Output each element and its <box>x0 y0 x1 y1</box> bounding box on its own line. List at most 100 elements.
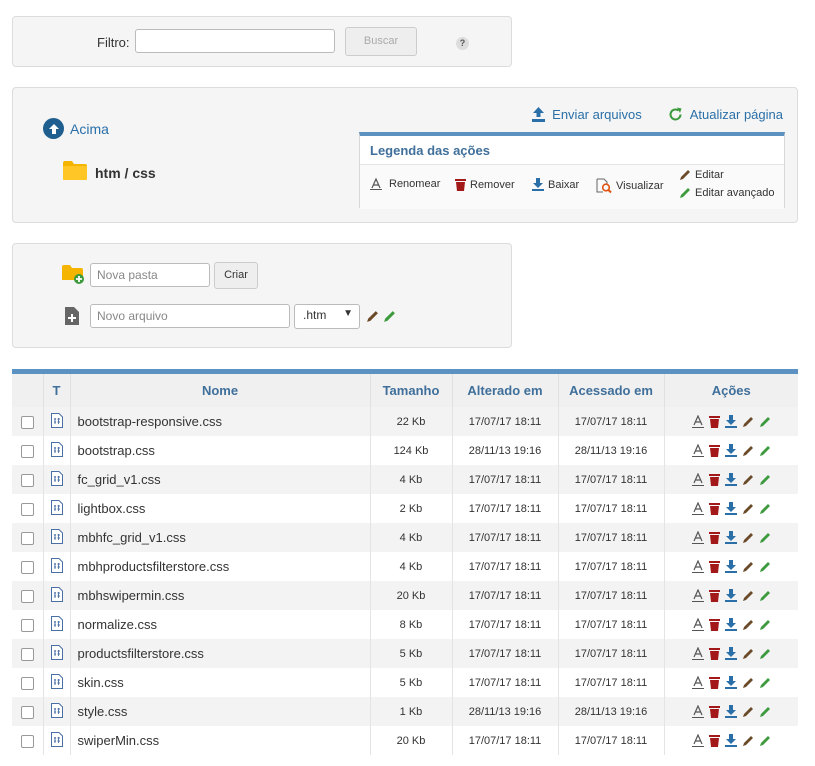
pencil-icon[interactable] <box>742 648 754 660</box>
rename-icon[interactable] <box>691 734 704 747</box>
file-name[interactable]: normalize.css <box>69 610 370 639</box>
download-icon[interactable] <box>724 734 737 747</box>
trash-icon[interactable] <box>708 618 720 631</box>
header-type[interactable]: T <box>42 369 70 407</box>
table-row[interactable]: mbhswipermin.css 20 Kb 17/07/17 18:11 17/07… <box>12 581 798 610</box>
row-checkbox[interactable] <box>20 415 34 429</box>
pencil-icon[interactable] <box>742 416 754 428</box>
pencil-icon[interactable] <box>742 619 754 631</box>
pencil-icon[interactable] <box>742 590 754 602</box>
filter-input[interactable] <box>135 29 335 53</box>
row-checkbox[interactable] <box>20 676 34 690</box>
download-icon[interactable] <box>724 502 737 515</box>
file-name[interactable]: mbhproductsfilterstore.css <box>69 552 370 581</box>
trash-icon[interactable] <box>708 473 720 486</box>
new-folder-input[interactable]: Nova pasta <box>90 263 210 287</box>
download-icon[interactable] <box>724 676 737 689</box>
row-checkbox[interactable] <box>20 618 34 632</box>
pencil-green-icon[interactable] <box>759 590 771 602</box>
row-checkbox[interactable] <box>20 473 34 487</box>
table-row[interactable]: mbhproductsfilterstore.css 4 Kb 17/07/17 1… <box>12 552 798 581</box>
table-row[interactable]: bootstrap.css 124 Kb 28/11/13 19:16 28/11/1… <box>12 436 798 465</box>
rename-icon[interactable] <box>691 473 704 486</box>
row-checkbox[interactable] <box>20 647 34 661</box>
table-row[interactable]: lightbox.css 2 Kb 17/07/17 18:11 17/07/17 1… <box>12 494 798 523</box>
table-row[interactable]: bootstrap-responsive.css 22 Kb 17/07/17 18… <box>12 407 798 436</box>
trash-icon[interactable] <box>708 502 720 515</box>
file-name[interactable]: mbhswipermin.css <box>69 581 370 610</box>
rename-icon[interactable] <box>691 560 704 573</box>
pencil-green-icon[interactable] <box>759 532 771 544</box>
file-name[interactable]: bootstrap.css <box>69 436 370 465</box>
row-checkbox[interactable] <box>20 734 34 748</box>
rename-icon[interactable] <box>691 444 704 457</box>
pencil-icon[interactable] <box>742 561 754 573</box>
pencil-green-icon[interactable] <box>759 474 771 486</box>
rename-icon[interactable] <box>691 589 704 602</box>
trash-icon[interactable] <box>708 647 720 660</box>
pencil-icon[interactable] <box>366 310 379 328</box>
pencil-icon[interactable] <box>742 735 754 747</box>
extension-select[interactable]: .htm ▼ <box>294 304 360 329</box>
file-name[interactable]: productsfilterstore.css <box>69 639 370 668</box>
pencil-green-icon[interactable] <box>759 706 771 718</box>
header-accessed[interactable]: Acessado em <box>557 369 664 407</box>
trash-icon[interactable] <box>708 589 720 602</box>
pencil-green-icon[interactable] <box>759 503 771 515</box>
create-folder-button[interactable]: Criar <box>214 262 258 289</box>
header-name[interactable]: Nome <box>69 369 370 407</box>
trash-icon[interactable] <box>708 734 720 747</box>
pencil-icon[interactable] <box>742 706 754 718</box>
pencil-icon[interactable] <box>742 503 754 515</box>
pencil-green-icon[interactable] <box>759 648 771 660</box>
pencil-green-icon[interactable] <box>759 561 771 573</box>
file-name[interactable]: bootstrap-responsive.css <box>69 407 370 436</box>
pencil-icon[interactable] <box>742 445 754 457</box>
pencil-green-icon[interactable] <box>759 445 771 457</box>
row-checkbox[interactable] <box>20 502 34 516</box>
download-icon[interactable] <box>724 415 737 428</box>
table-row[interactable]: mbhfc_grid_v1.css 4 Kb 17/07/17 18:11 17/07… <box>12 523 798 552</box>
table-row[interactable]: productsfilterstore.css 5 Kb 17/07/17 18:1… <box>12 639 798 668</box>
refresh-page-link[interactable]: Atualizar página <box>668 107 783 122</box>
trash-icon[interactable] <box>708 415 720 428</box>
table-row[interactable]: style.css 1 Kb 28/11/13 19:16 28/11/13 19:1… <box>12 697 798 726</box>
table-row[interactable]: fc_grid_v1.css 4 Kb 17/07/17 18:11 17/07/17… <box>12 465 798 494</box>
rename-icon[interactable] <box>691 676 704 689</box>
download-icon[interactable] <box>724 647 737 660</box>
download-icon[interactable] <box>724 444 737 457</box>
trash-icon[interactable] <box>708 676 720 689</box>
trash-icon[interactable] <box>708 444 720 457</box>
rename-icon[interactable] <box>691 618 704 631</box>
row-checkbox[interactable] <box>20 560 34 574</box>
download-icon[interactable] <box>724 473 737 486</box>
row-checkbox[interactable] <box>20 705 34 719</box>
table-row[interactable]: skin.css 5 Kb 17/07/17 18:11 17/07/17 18:11 <box>12 668 798 697</box>
rename-icon[interactable] <box>691 705 704 718</box>
rename-icon[interactable] <box>691 647 704 660</box>
rename-icon[interactable] <box>691 415 704 428</box>
pencil-green-icon[interactable] <box>759 677 771 689</box>
help-icon[interactable]: ? <box>456 37 469 50</box>
upload-files-link[interactable]: Enviar arquivos <box>532 107 642 122</box>
file-name[interactable]: mbhfc_grid_v1.css <box>69 523 370 552</box>
file-name[interactable]: style.css <box>69 697 370 726</box>
row-checkbox[interactable] <box>20 589 34 603</box>
pencil-green-icon[interactable] <box>759 735 771 747</box>
row-checkbox[interactable] <box>20 444 34 458</box>
search-button[interactable]: Buscar <box>345 27 417 56</box>
download-icon[interactable] <box>724 705 737 718</box>
download-icon[interactable] <box>724 618 737 631</box>
pencil-green-icon[interactable] <box>383 310 396 328</box>
pencil-icon[interactable] <box>742 474 754 486</box>
pencil-green-icon[interactable] <box>759 416 771 428</box>
header-modified[interactable]: Alterado em <box>451 369 558 407</box>
download-icon[interactable] <box>724 531 737 544</box>
download-icon[interactable] <box>724 589 737 602</box>
table-row[interactable]: swiperMin.css 20 Kb 17/07/17 18:11 17/07/17… <box>12 726 798 755</box>
file-name[interactable]: fc_grid_v1.css <box>69 465 370 494</box>
file-name[interactable]: skin.css <box>69 668 370 697</box>
trash-icon[interactable] <box>708 560 720 573</box>
trash-icon[interactable] <box>708 531 720 544</box>
rename-icon[interactable] <box>691 531 704 544</box>
